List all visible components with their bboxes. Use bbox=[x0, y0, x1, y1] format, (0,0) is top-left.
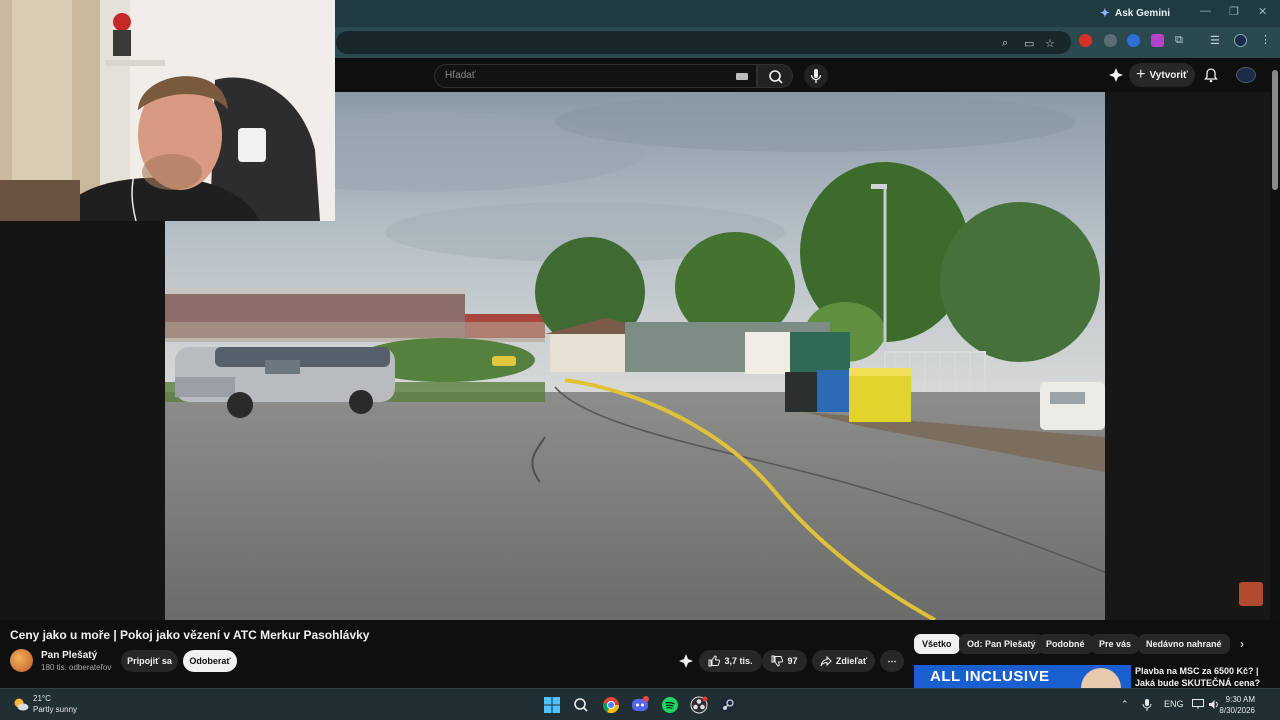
chip-from-channel[interactable]: Od: Pan Plešatý bbox=[959, 634, 1044, 654]
search-icon bbox=[769, 70, 783, 84]
gear-spark-icon bbox=[1109, 68, 1123, 82]
spark-icon bbox=[679, 654, 693, 668]
voice-search-button[interactable] bbox=[804, 64, 828, 88]
chip-for-you[interactable]: Pre vás bbox=[1091, 634, 1140, 654]
weather-condition[interactable]: Partly sunny bbox=[33, 705, 77, 714]
bell-icon bbox=[1204, 68, 1218, 83]
taskbar: 21°C Partly sunny ⌃ ENG 9:30 AM 8/30/202… bbox=[0, 688, 1280, 720]
weather-temperature[interactable]: 21°C bbox=[33, 694, 51, 703]
ask-gemini-label: Ask Gemini bbox=[1114, 7, 1170, 19]
like-button[interactable]: 3,7 tis. bbox=[699, 650, 762, 672]
more-dots-icon: ⋯ bbox=[887, 655, 897, 666]
spotify-icon[interactable] bbox=[661, 696, 679, 714]
close-icon[interactable]: ✕ bbox=[1258, 5, 1267, 18]
keyboard-icon[interactable] bbox=[736, 73, 748, 80]
thumbnail-face bbox=[1081, 668, 1121, 688]
address-bar[interactable]: ⌕ ▭ ☆ bbox=[336, 31, 1071, 54]
create-button[interactable]: + Vytvoriť bbox=[1129, 63, 1195, 87]
dislike-count: 97 bbox=[787, 656, 798, 666]
subscriber-count: 180 tis. odberateľov bbox=[41, 663, 112, 672]
recommendation-thumb-text: ALL INCLUSIVE bbox=[930, 668, 1050, 685]
screen: ✦ Ask Gemini — ❐ ✕ ⌕ ▭ ☆ ⧉ ☰ ⋮ Hľadať + … bbox=[0, 0, 1280, 720]
reading-list-icon[interactable]: ☰ bbox=[1210, 34, 1220, 47]
subscribe-button[interactable]: Odoberať bbox=[183, 650, 237, 672]
chip-all[interactable]: Všetko bbox=[914, 634, 960, 654]
discord-icon[interactable] bbox=[631, 696, 649, 714]
webcam-frame bbox=[0, 0, 335, 221]
tray-chevron-icon[interactable]: ⌃ bbox=[1121, 699, 1129, 710]
extension-grey-icon[interactable] bbox=[1104, 34, 1117, 47]
plus-icon: + bbox=[1136, 66, 1146, 83]
obs-icon[interactable] bbox=[690, 696, 708, 714]
share-button[interactable]: Zdieľať bbox=[812, 650, 875, 672]
language-indicator[interactable]: ENG bbox=[1164, 699, 1184, 709]
channel-name[interactable]: Pan Plešatý bbox=[41, 650, 97, 661]
dislike-button[interactable]: 97 bbox=[762, 650, 807, 672]
windows-start-icon[interactable] bbox=[543, 696, 561, 714]
account-avatar[interactable] bbox=[1236, 67, 1256, 83]
thumbs-up-icon bbox=[708, 655, 721, 667]
recommendation-thumbnail[interactable]: ALL INCLUSIVE bbox=[914, 665, 1131, 688]
profile-avatar-icon[interactable] bbox=[1234, 34, 1247, 47]
extensions-puzzle-icon[interactable]: ⧉ bbox=[1175, 34, 1183, 47]
minimize-icon[interactable]: — bbox=[1200, 5, 1211, 17]
video-info: Ceny jako u moře | Pokoj jako vězení v A… bbox=[0, 620, 1280, 700]
page-scrollbar[interactable] bbox=[1270, 58, 1280, 688]
create-label: Vytvoriť bbox=[1149, 69, 1188, 81]
taskbar-search-icon[interactable] bbox=[572, 696, 590, 714]
join-button[interactable]: Pripojiť sa bbox=[121, 650, 178, 672]
notifications-button[interactable] bbox=[1203, 67, 1219, 88]
ask-gemini-button[interactable]: ✦ Ask Gemini bbox=[1100, 6, 1170, 20]
youtube-shorts-icon[interactable] bbox=[1108, 67, 1124, 88]
clock-date: 8/30/2026 bbox=[1219, 706, 1255, 715]
chrome-icon[interactable] bbox=[602, 696, 620, 714]
more-menu-icon[interactable]: ⋮ bbox=[1260, 33, 1271, 46]
more-actions-button[interactable]: ⋯ bbox=[880, 650, 904, 672]
share-label: Zdieľať bbox=[835, 656, 868, 666]
scroll-thumb[interactable] bbox=[1272, 70, 1278, 190]
search-button[interactable] bbox=[757, 64, 793, 88]
network-icon[interactable] bbox=[1192, 699, 1204, 710]
chip-recently-uploaded[interactable]: Nedávno nahrané bbox=[1138, 634, 1230, 654]
chips-next-icon[interactable]: › bbox=[1240, 637, 1244, 651]
channel-avatar[interactable] bbox=[10, 649, 33, 672]
extension-blue-icon[interactable] bbox=[1127, 34, 1140, 47]
video-title: Ceny jako u moře | Pokoj jako vězení v A… bbox=[10, 628, 370, 642]
ask-ai-icon[interactable] bbox=[678, 653, 694, 674]
player-right-backdrop bbox=[1105, 92, 1270, 620]
extension-purple-icon[interactable] bbox=[1151, 34, 1164, 47]
zoom-icon[interactable]: ⌕ bbox=[1002, 37, 1008, 50]
thumbs-down-icon bbox=[771, 655, 784, 667]
like-count: 3,7 tis. bbox=[724, 656, 753, 666]
tray-microphone-icon[interactable] bbox=[1142, 698, 1152, 712]
partly-sunny-icon[interactable] bbox=[13, 697, 29, 711]
bookmark-star-icon[interactable]: ☆ bbox=[1045, 37, 1055, 50]
search-input[interactable]: Hľadať bbox=[445, 70, 476, 81]
gemini-icon: ✦ bbox=[1099, 6, 1110, 20]
share-icon bbox=[820, 655, 832, 667]
extension-red-icon[interactable] bbox=[1079, 34, 1092, 47]
steam-icon[interactable] bbox=[719, 696, 737, 714]
clock-time: 9:30 AM bbox=[1225, 695, 1255, 704]
system-clock[interactable]: 9:30 AM 8/30/2026 bbox=[1219, 694, 1255, 716]
restore-icon[interactable]: ❐ bbox=[1229, 5, 1239, 18]
webcam-overlay bbox=[0, 0, 335, 221]
search-box[interactable]: Hľadať bbox=[434, 64, 757, 88]
mini-thumbnail[interactable] bbox=[1239, 582, 1263, 606]
microphone-icon bbox=[810, 69, 822, 83]
chip-related[interactable]: Podobné bbox=[1038, 634, 1093, 654]
cast-icon[interactable]: ▭ bbox=[1024, 37, 1034, 50]
player-left-backdrop bbox=[0, 220, 165, 620]
volume-icon[interactable] bbox=[1208, 699, 1220, 710]
